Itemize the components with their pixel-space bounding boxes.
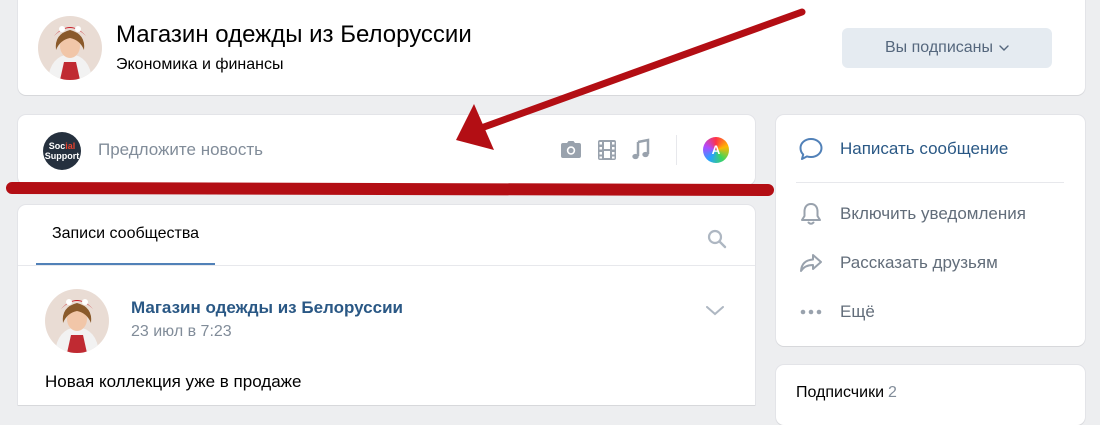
chevron-down-icon xyxy=(999,45,1009,51)
suggest-news-input[interactable]: Предложите новость xyxy=(98,140,263,160)
annotation-underline xyxy=(6,182,774,196)
group-actions: Написать сообщение Включить уведомления … xyxy=(776,115,1085,346)
share-icon xyxy=(798,250,824,276)
post-date[interactable]: 23 июл в 7:23 xyxy=(131,323,232,341)
actions-divider xyxy=(796,182,1064,183)
subscribed-button-label: Вы подписаны xyxy=(885,39,993,56)
camera-icon[interactable] xyxy=(559,138,583,162)
logo-text-bottom: Support xyxy=(44,151,80,161)
bell-icon xyxy=(798,201,824,227)
enable-notifications-action[interactable]: Включить уведомления xyxy=(798,199,1026,229)
group-title: Магазин одежды из Белоруссии xyxy=(116,21,472,48)
message-icon xyxy=(798,136,824,162)
video-icon[interactable] xyxy=(595,138,619,162)
tell-friends-label: Рассказать друзьям xyxy=(840,253,998,272)
suggest-post-box: Social Support Предложите новость A xyxy=(18,115,755,185)
subscribers-label: Подписчики xyxy=(796,384,885,401)
post-author-avatar[interactable] xyxy=(45,289,109,353)
more-action[interactable]: Ещё xyxy=(798,297,875,327)
tab-divider xyxy=(18,265,755,266)
write-message-action[interactable]: Написать сообщение xyxy=(798,134,1008,164)
logo-text-top: Soc xyxy=(48,141,66,151)
more-icon xyxy=(798,299,824,325)
poster-icon[interactable]: A xyxy=(703,137,729,163)
group-header: Магазин одежды из Белоруссии Экономика и… xyxy=(18,0,1085,95)
subscribers-card[interactable]: Подписчики 2 xyxy=(776,365,1085,425)
tab-community-posts[interactable]: Записи сообщества xyxy=(36,205,215,265)
post-author-link[interactable]: Магазин одежды из Белоруссии xyxy=(131,298,403,318)
tell-friends-action[interactable]: Рассказать друзьям xyxy=(798,248,998,278)
group-avatar[interactable] xyxy=(38,16,102,80)
more-label: Ещё xyxy=(840,302,875,321)
subscribed-button[interactable]: Вы подписаны xyxy=(842,28,1052,68)
subscribers-header: Подписчики 2 xyxy=(796,384,897,402)
enable-notifications-label: Включить уведомления xyxy=(840,204,1026,223)
user-avatar[interactable]: Social Support xyxy=(43,132,81,170)
logo-text-accent: ial xyxy=(65,141,76,151)
poster-letter: A xyxy=(711,143,721,157)
search-icon[interactable] xyxy=(707,229,727,254)
music-icon[interactable] xyxy=(629,138,653,162)
post-text: Новая коллекция уже в продаже xyxy=(45,372,302,391)
chevron-down-icon[interactable] xyxy=(706,303,724,321)
group-category[interactable]: Экономика и финансы xyxy=(116,56,284,74)
write-message-label: Написать сообщение xyxy=(840,139,1009,158)
subscribers-count: 2 xyxy=(888,384,897,401)
community-posts: Записи сообщества Магазин одежды из Бело… xyxy=(18,205,755,405)
toolbar-divider xyxy=(676,135,677,165)
